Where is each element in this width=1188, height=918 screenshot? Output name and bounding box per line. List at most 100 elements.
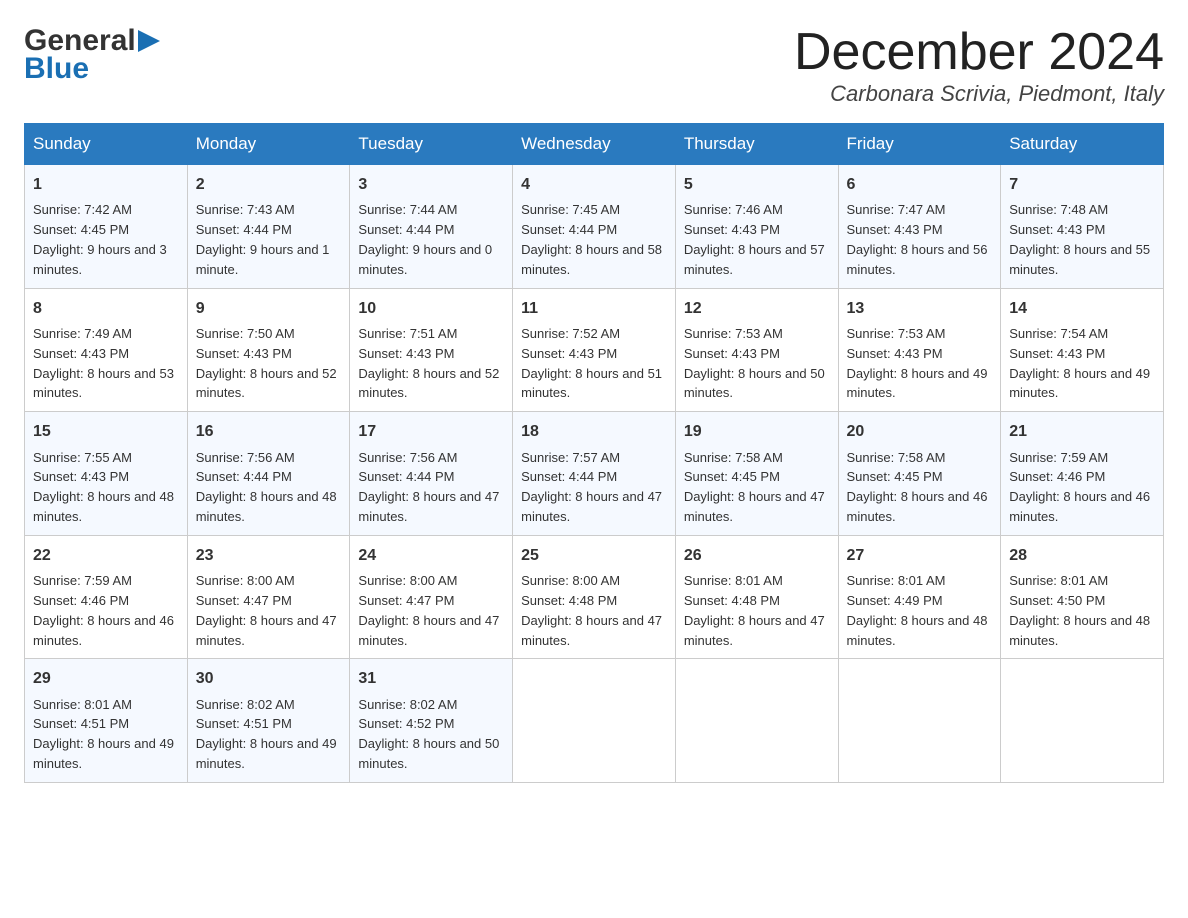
day-number: 24: [358, 544, 504, 567]
logo-blue-text: Blue: [24, 52, 160, 86]
day-number: 10: [358, 297, 504, 320]
day-number: 7: [1009, 173, 1155, 196]
day-info: Sunrise: 7:50 AMSunset: 4:43 PMDaylight:…: [196, 326, 337, 401]
month-title: December 2024: [794, 24, 1164, 81]
table-row: 11 Sunrise: 7:52 AMSunset: 4:43 PMDaylig…: [513, 288, 676, 412]
day-info: Sunrise: 7:43 AMSunset: 4:44 PMDaylight:…: [196, 202, 330, 277]
table-row: 13 Sunrise: 7:53 AMSunset: 4:43 PMDaylig…: [838, 288, 1001, 412]
day-number: 15: [33, 420, 179, 443]
location-subtitle: Carbonara Scrivia, Piedmont, Italy: [794, 81, 1164, 107]
day-number: 22: [33, 544, 179, 567]
day-number: 6: [847, 173, 993, 196]
day-info: Sunrise: 8:01 AMSunset: 4:51 PMDaylight:…: [33, 697, 174, 772]
day-info: Sunrise: 7:55 AMSunset: 4:43 PMDaylight:…: [33, 450, 174, 525]
table-row: [838, 659, 1001, 783]
col-monday: Monday: [187, 124, 350, 165]
day-number: 14: [1009, 297, 1155, 320]
day-info: Sunrise: 7:59 AMSunset: 4:46 PMDaylight:…: [1009, 450, 1150, 525]
col-tuesday: Tuesday: [350, 124, 513, 165]
table-row: 17 Sunrise: 7:56 AMSunset: 4:44 PMDaylig…: [350, 412, 513, 536]
day-info: Sunrise: 7:53 AMSunset: 4:43 PMDaylight:…: [684, 326, 825, 401]
day-info: Sunrise: 8:01 AMSunset: 4:50 PMDaylight:…: [1009, 573, 1150, 648]
day-number: 18: [521, 420, 667, 443]
day-number: 9: [196, 297, 342, 320]
day-number: 29: [33, 667, 179, 690]
day-info: Sunrise: 7:58 AMSunset: 4:45 PMDaylight:…: [684, 450, 825, 525]
table-row: 7 Sunrise: 7:48 AMSunset: 4:43 PMDayligh…: [1001, 165, 1164, 289]
calendar-week-row: 22 Sunrise: 7:59 AMSunset: 4:46 PMDaylig…: [25, 535, 1164, 659]
table-row: 22 Sunrise: 7:59 AMSunset: 4:46 PMDaylig…: [25, 535, 188, 659]
table-row: 10 Sunrise: 7:51 AMSunset: 4:43 PMDaylig…: [350, 288, 513, 412]
day-number: 25: [521, 544, 667, 567]
table-row: 30 Sunrise: 8:02 AMSunset: 4:51 PMDaylig…: [187, 659, 350, 783]
day-number: 20: [847, 420, 993, 443]
day-info: Sunrise: 7:47 AMSunset: 4:43 PMDaylight:…: [847, 202, 988, 277]
day-number: 28: [1009, 544, 1155, 567]
day-number: 16: [196, 420, 342, 443]
day-number: 5: [684, 173, 830, 196]
table-row: 24 Sunrise: 8:00 AMSunset: 4:47 PMDaylig…: [350, 535, 513, 659]
col-thursday: Thursday: [675, 124, 838, 165]
day-number: 23: [196, 544, 342, 567]
day-number: 4: [521, 173, 667, 196]
day-info: Sunrise: 7:57 AMSunset: 4:44 PMDaylight:…: [521, 450, 662, 525]
day-number: 31: [358, 667, 504, 690]
calendar-week-row: 29 Sunrise: 8:01 AMSunset: 4:51 PMDaylig…: [25, 659, 1164, 783]
table-row: [1001, 659, 1164, 783]
table-row: 2 Sunrise: 7:43 AMSunset: 4:44 PMDayligh…: [187, 165, 350, 289]
table-row: 29 Sunrise: 8:01 AMSunset: 4:51 PMDaylig…: [25, 659, 188, 783]
day-info: Sunrise: 7:56 AMSunset: 4:44 PMDaylight:…: [196, 450, 337, 525]
logo: General Blue: [24, 24, 160, 86]
table-row: 8 Sunrise: 7:49 AMSunset: 4:43 PMDayligh…: [25, 288, 188, 412]
calendar-table: Sunday Monday Tuesday Wednesday Thursday…: [24, 123, 1164, 783]
day-info: Sunrise: 8:02 AMSunset: 4:52 PMDaylight:…: [358, 697, 499, 772]
day-number: 30: [196, 667, 342, 690]
day-info: Sunrise: 7:53 AMSunset: 4:43 PMDaylight:…: [847, 326, 988, 401]
logo-arrow-icon: [138, 30, 160, 52]
day-info: Sunrise: 7:59 AMSunset: 4:46 PMDaylight:…: [33, 573, 174, 648]
table-row: 15 Sunrise: 7:55 AMSunset: 4:43 PMDaylig…: [25, 412, 188, 536]
day-info: Sunrise: 7:49 AMSunset: 4:43 PMDaylight:…: [33, 326, 174, 401]
day-info: Sunrise: 8:00 AMSunset: 4:47 PMDaylight:…: [196, 573, 337, 648]
table-row: 6 Sunrise: 7:47 AMSunset: 4:43 PMDayligh…: [838, 165, 1001, 289]
day-number: 19: [684, 420, 830, 443]
day-number: 11: [521, 297, 667, 320]
table-row: 12 Sunrise: 7:53 AMSunset: 4:43 PMDaylig…: [675, 288, 838, 412]
day-info: Sunrise: 7:54 AMSunset: 4:43 PMDaylight:…: [1009, 326, 1150, 401]
table-row: 27 Sunrise: 8:01 AMSunset: 4:49 PMDaylig…: [838, 535, 1001, 659]
day-info: Sunrise: 7:51 AMSunset: 4:43 PMDaylight:…: [358, 326, 499, 401]
title-area: December 2024 Carbonara Scrivia, Piedmon…: [794, 24, 1164, 107]
table-row: 31 Sunrise: 8:02 AMSunset: 4:52 PMDaylig…: [350, 659, 513, 783]
table-row: 4 Sunrise: 7:45 AMSunset: 4:44 PMDayligh…: [513, 165, 676, 289]
day-number: 27: [847, 544, 993, 567]
day-info: Sunrise: 8:02 AMSunset: 4:51 PMDaylight:…: [196, 697, 337, 772]
table-row: 16 Sunrise: 7:56 AMSunset: 4:44 PMDaylig…: [187, 412, 350, 536]
day-info: Sunrise: 7:56 AMSunset: 4:44 PMDaylight:…: [358, 450, 499, 525]
table-row: 5 Sunrise: 7:46 AMSunset: 4:43 PMDayligh…: [675, 165, 838, 289]
table-row: [513, 659, 676, 783]
day-number: 8: [33, 297, 179, 320]
table-row: 28 Sunrise: 8:01 AMSunset: 4:50 PMDaylig…: [1001, 535, 1164, 659]
day-info: Sunrise: 7:48 AMSunset: 4:43 PMDaylight:…: [1009, 202, 1150, 277]
day-number: 1: [33, 173, 179, 196]
day-info: Sunrise: 7:42 AMSunset: 4:45 PMDaylight:…: [33, 202, 167, 277]
table-row: 23 Sunrise: 8:00 AMSunset: 4:47 PMDaylig…: [187, 535, 350, 659]
col-saturday: Saturday: [1001, 124, 1164, 165]
table-row: 25 Sunrise: 8:00 AMSunset: 4:48 PMDaylig…: [513, 535, 676, 659]
day-info: Sunrise: 7:46 AMSunset: 4:43 PMDaylight:…: [684, 202, 825, 277]
table-row: [675, 659, 838, 783]
day-info: Sunrise: 7:52 AMSunset: 4:43 PMDaylight:…: [521, 326, 662, 401]
table-row: 14 Sunrise: 7:54 AMSunset: 4:43 PMDaylig…: [1001, 288, 1164, 412]
day-info: Sunrise: 7:45 AMSunset: 4:44 PMDaylight:…: [521, 202, 662, 277]
day-number: 13: [847, 297, 993, 320]
col-friday: Friday: [838, 124, 1001, 165]
day-info: Sunrise: 8:01 AMSunset: 4:49 PMDaylight:…: [847, 573, 988, 648]
calendar-week-row: 8 Sunrise: 7:49 AMSunset: 4:43 PMDayligh…: [25, 288, 1164, 412]
table-row: 1 Sunrise: 7:42 AMSunset: 4:45 PMDayligh…: [25, 165, 188, 289]
day-info: Sunrise: 8:01 AMSunset: 4:48 PMDaylight:…: [684, 573, 825, 648]
calendar-week-row: 15 Sunrise: 7:55 AMSunset: 4:43 PMDaylig…: [25, 412, 1164, 536]
page-header: General Blue December 2024 Carbonara Scr…: [24, 24, 1164, 107]
table-row: 26 Sunrise: 8:01 AMSunset: 4:48 PMDaylig…: [675, 535, 838, 659]
table-row: 18 Sunrise: 7:57 AMSunset: 4:44 PMDaylig…: [513, 412, 676, 536]
day-number: 2: [196, 173, 342, 196]
